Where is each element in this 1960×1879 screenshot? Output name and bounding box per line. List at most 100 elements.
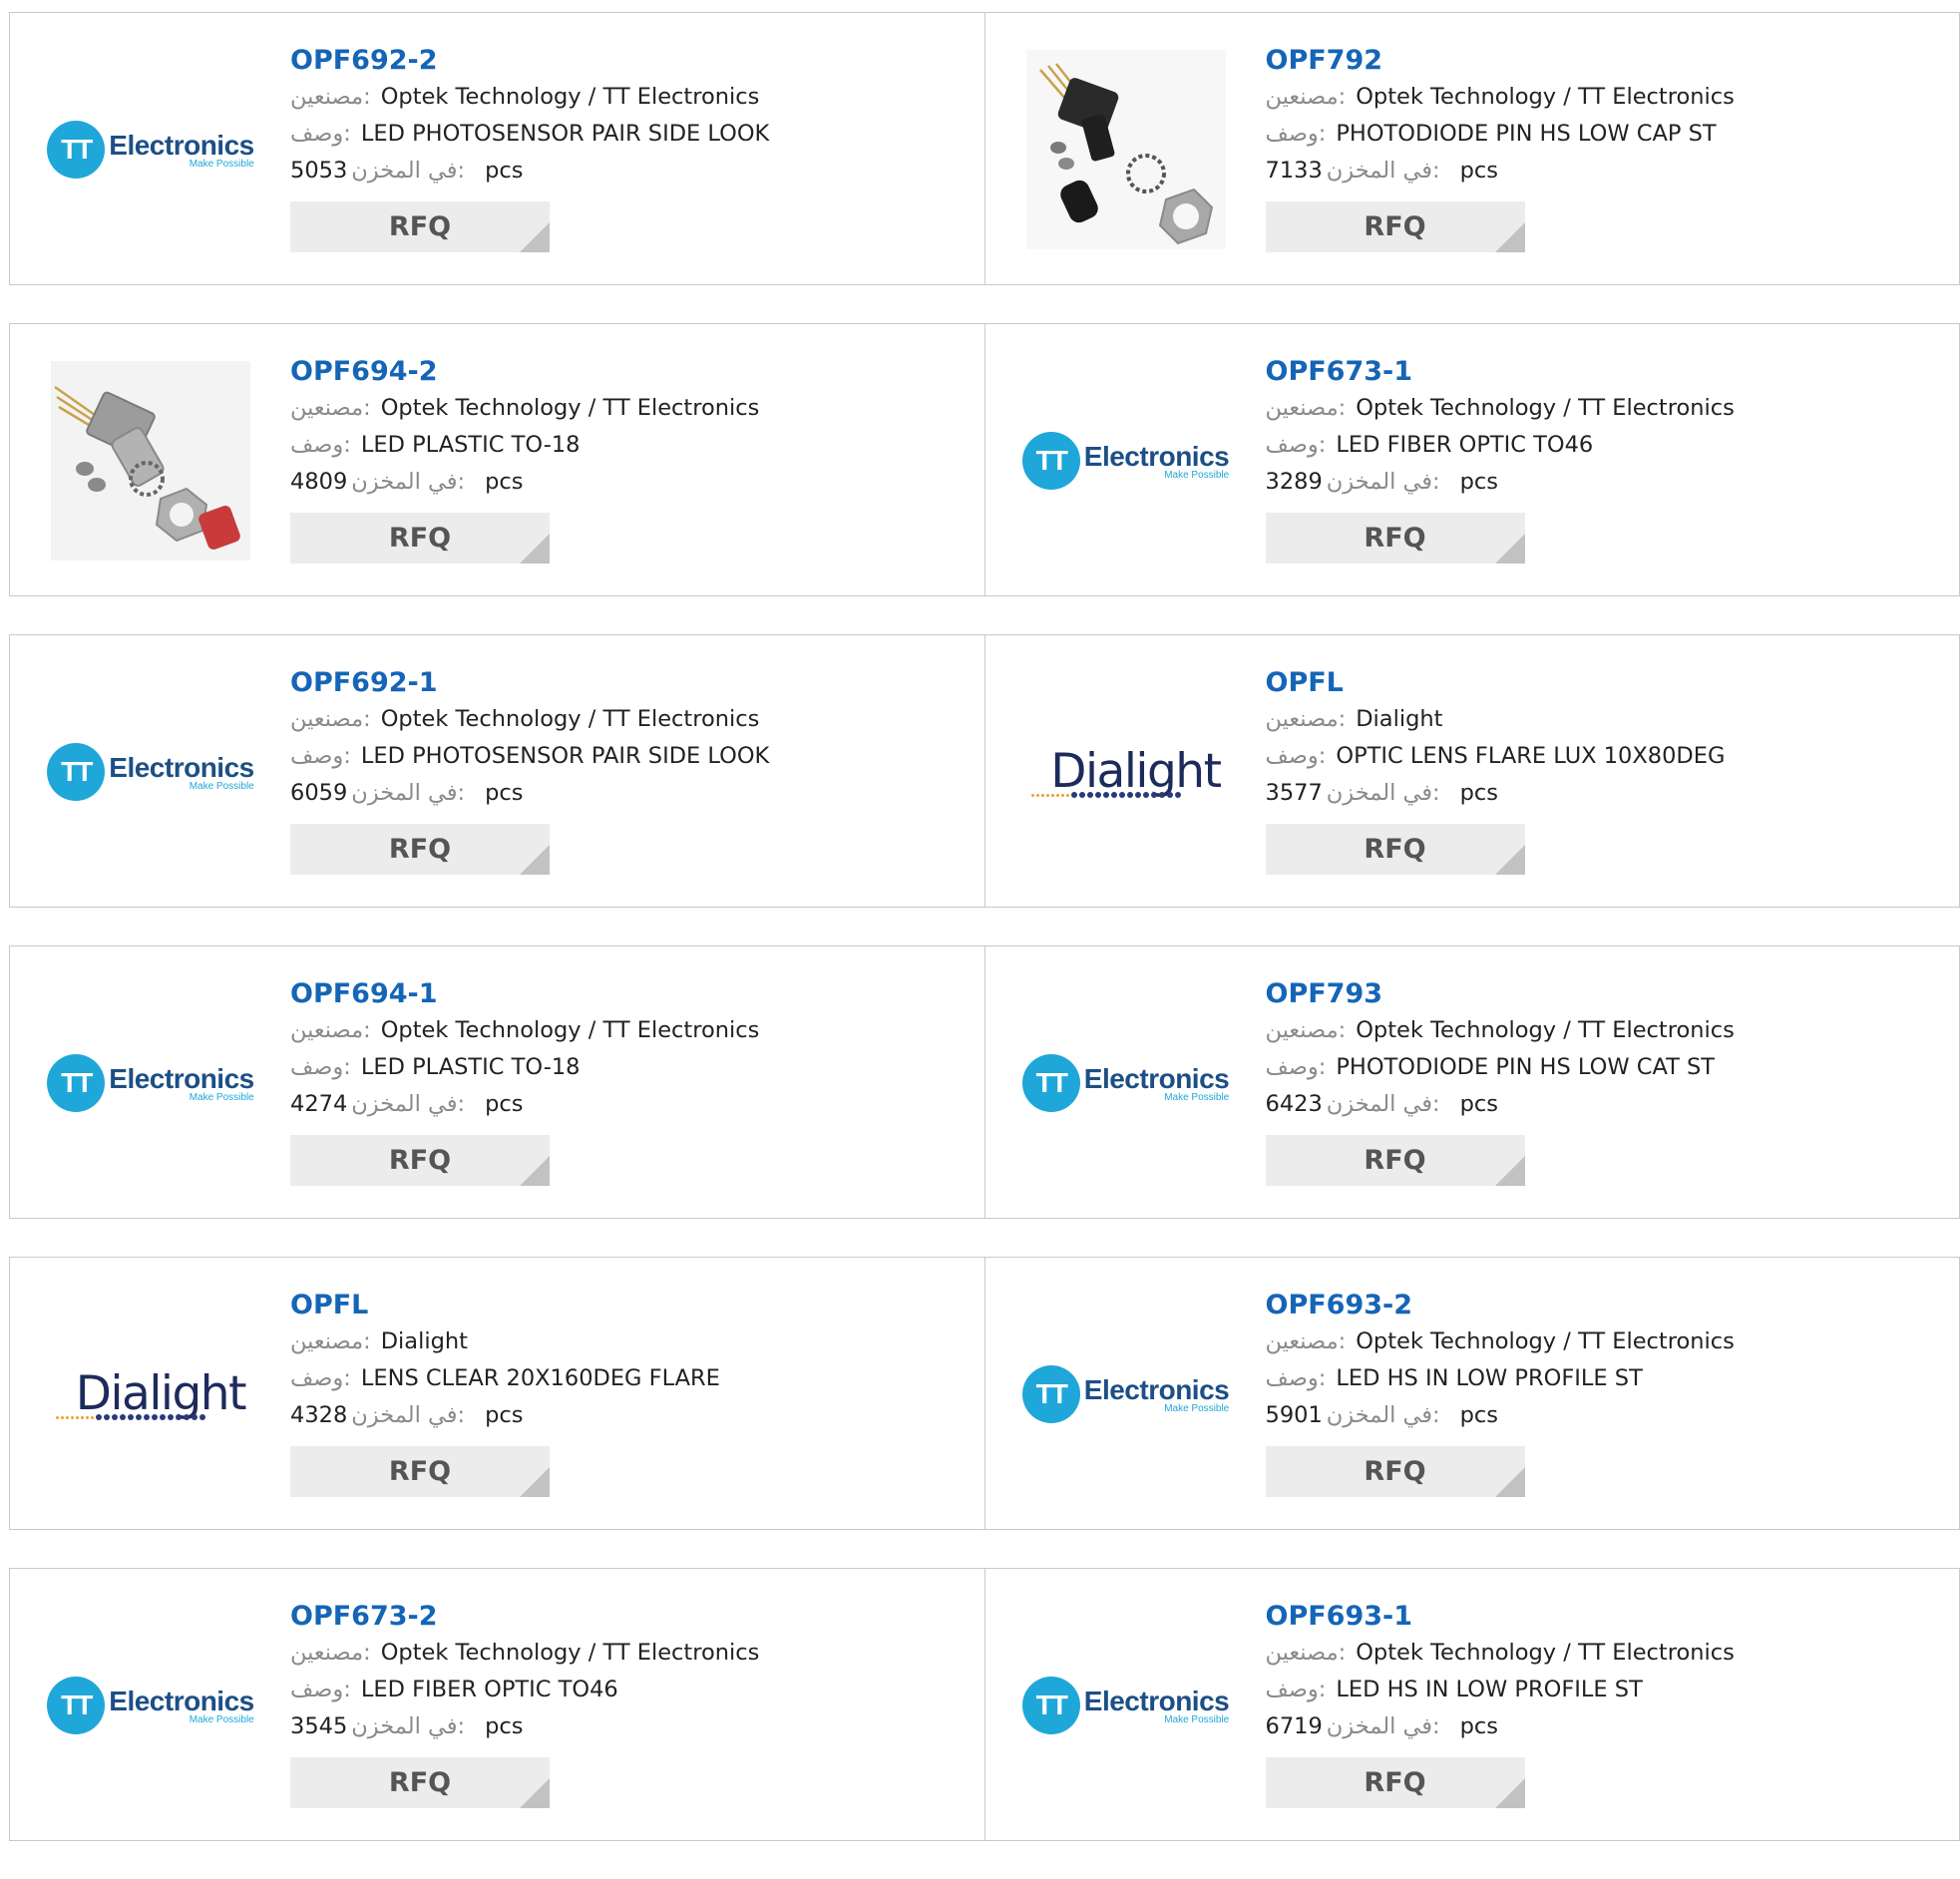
manufacturer-value: Optek Technology / TT Electronics: [381, 395, 760, 421]
dialight-dot: [1036, 794, 1039, 797]
stock-row: 6719في المخزن:pcs: [1266, 1708, 1735, 1745]
product-info: OPF793 مصنعين:Optek Technology / TT Elec…: [1266, 976, 1735, 1186]
product-row: TT Electronics Make Possible OPF673-2 مص…: [9, 1568, 1960, 1841]
stock-unit: pcs: [485, 1091, 523, 1117]
description-row: وصف:OPTIC LENS FLARE LUX 10X80DEG: [1266, 738, 1726, 775]
part-number-link[interactable]: OPF693-1: [1266, 1599, 1735, 1635]
rfq-button[interactable]: RFQ: [290, 1446, 550, 1497]
description-row: وصف:LED PHOTOSENSOR PAIR SIDE LOOK: [290, 738, 769, 775]
manufacturer-row: مصنعين:Optek Technology / TT Electronics: [1266, 1635, 1735, 1672]
description-label: وصف:: [290, 1054, 351, 1080]
product-image[interactable]: [1026, 50, 1226, 249]
manufacturer-label: مصنعين:: [290, 84, 371, 110]
dialight-dot: [1167, 792, 1173, 798]
stock-row: 5901في المخزن:pcs: [1266, 1397, 1735, 1434]
description-label: وصف:: [1266, 432, 1327, 458]
dialight-logo-dots: [56, 1414, 245, 1420]
tt-logo-text: Electronics Make Possible: [109, 1063, 253, 1103]
stock-quantity: 4274: [290, 1091, 347, 1117]
stock-quantity: 6423: [1266, 1091, 1323, 1117]
part-number-link[interactable]: OPF692-2: [290, 43, 769, 79]
manufacturer-row: مصنعين:Optek Technology / TT Electronics: [290, 1635, 759, 1672]
tt-logo-word: Electronics: [1084, 1374, 1229, 1406]
stock-unit: pcs: [485, 158, 523, 184]
black-connector-photo: [1026, 50, 1226, 249]
product-image[interactable]: Dialight: [1026, 672, 1226, 872]
product-image[interactable]: TT Electronics Make Possible: [51, 50, 250, 249]
description-label: وصف:: [290, 121, 351, 147]
rfq-button[interactable]: RFQ: [290, 1135, 550, 1186]
tt-logo-text: Electronics Make Possible: [1084, 1686, 1229, 1725]
manufacturer-row: مصنعين:Optek Technology / TT Electronics: [290, 79, 769, 116]
description-value: LED HS IN LOW PROFILE ST: [1336, 1365, 1642, 1391]
stock-label: في المخزن:: [351, 1713, 465, 1739]
rfq-button[interactable]: RFQ: [1266, 824, 1525, 875]
product-image[interactable]: Dialight: [51, 1295, 250, 1494]
manufacturer-label: مصنعين:: [1266, 1017, 1347, 1043]
description-label: وصف:: [1266, 1365, 1327, 1391]
part-number-link[interactable]: OPFL: [290, 1288, 720, 1323]
tt-electronics-logo: TT Electronics Make Possible: [47, 1054, 253, 1112]
product-image[interactable]: TT Electronics Make Possible: [1026, 983, 1226, 1183]
manufacturer-row: مصنعين:Dialight: [1266, 701, 1726, 738]
stock-row: 4328في المخزن:pcs: [290, 1397, 720, 1434]
stock-unit: pcs: [1460, 1091, 1498, 1117]
product-image[interactable]: TT Electronics Make Possible: [51, 672, 250, 872]
dialight-dot: [76, 1416, 79, 1419]
tt-logo-text: Electronics Make Possible: [109, 752, 253, 792]
tt-logo-mark: TT: [1022, 1365, 1080, 1423]
manufacturer-row: مصنعين:Optek Technology / TT Electronics: [290, 1012, 759, 1049]
rfq-button[interactable]: RFQ: [290, 824, 550, 875]
part-number-link[interactable]: OPF793: [1266, 976, 1735, 1012]
tt-electronics-logo: TT Electronics Make Possible: [47, 121, 253, 179]
part-number-link[interactable]: OPF692-1: [290, 665, 769, 701]
dialight-logo: Dialight: [1031, 746, 1221, 798]
description-label: وصف:: [1266, 1677, 1327, 1702]
dialight-dot: [71, 1416, 74, 1419]
tt-logo-word: Electronics: [109, 1686, 253, 1717]
dialight-dot: [152, 1414, 158, 1420]
rfq-button[interactable]: RFQ: [1266, 1135, 1525, 1186]
manufacturer-row: مصنعين:Optek Technology / TT Electronics: [1266, 1012, 1735, 1049]
part-number-link[interactable]: OPF693-2: [1266, 1288, 1735, 1323]
stock-label: في المخزن:: [351, 780, 465, 806]
rfq-button[interactable]: RFQ: [290, 1757, 550, 1808]
tt-logo-word: Electronics: [1084, 441, 1229, 473]
rfq-button[interactable]: RFQ: [1266, 1446, 1525, 1497]
product-image[interactable]: TT Electronics Make Possible: [51, 983, 250, 1183]
stock-unit: pcs: [1460, 1713, 1498, 1739]
stock-label: في المخزن:: [351, 469, 465, 495]
part-number-link[interactable]: OPFL: [1266, 665, 1726, 701]
dialight-dot: [1143, 792, 1149, 798]
stock-label: في المخزن:: [1327, 1713, 1440, 1739]
part-number-link[interactable]: OPF792: [1266, 43, 1735, 79]
product-image[interactable]: TT Electronics Make Possible: [1026, 1295, 1226, 1494]
rfq-button[interactable]: RFQ: [290, 513, 550, 564]
dialight-dot: [61, 1416, 64, 1419]
rfq-button[interactable]: RFQ: [1266, 1757, 1525, 1808]
product-image[interactable]: [51, 361, 250, 561]
tt-logo-mark: TT: [1022, 1054, 1080, 1112]
part-number-link[interactable]: OPF694-2: [290, 354, 759, 390]
product-image[interactable]: TT Electronics Make Possible: [1026, 361, 1226, 561]
description-value: LED PLASTIC TO-18: [361, 432, 581, 458]
rfq-button-label: RFQ: [1364, 1767, 1425, 1798]
dialight-dot: [81, 1416, 84, 1419]
rfq-button[interactable]: RFQ: [1266, 201, 1525, 252]
dialight-dot: [112, 1414, 118, 1420]
product-info: OPF694-1 مصنعين:Optek Technology / TT El…: [290, 976, 759, 1186]
part-number-link[interactable]: OPF694-1: [290, 976, 759, 1012]
rfq-button-label: RFQ: [1364, 211, 1425, 242]
product-image[interactable]: TT Electronics Make Possible: [1026, 1606, 1226, 1805]
rfq-button[interactable]: RFQ: [290, 201, 550, 252]
stock-unit: pcs: [1460, 780, 1498, 806]
rfq-button[interactable]: RFQ: [1266, 513, 1525, 564]
tt-logo-mark: TT: [47, 1677, 105, 1734]
dialight-dot: [1041, 794, 1044, 797]
dialight-logo: Dialight: [56, 1368, 245, 1420]
dialight-dot: [128, 1414, 134, 1420]
part-number-link[interactable]: OPF673-1: [1266, 354, 1735, 390]
product-image[interactable]: TT Electronics Make Possible: [51, 1606, 250, 1805]
tt-electronics-logo: TT Electronics Make Possible: [1022, 1054, 1229, 1112]
part-number-link[interactable]: OPF673-2: [290, 1599, 759, 1635]
